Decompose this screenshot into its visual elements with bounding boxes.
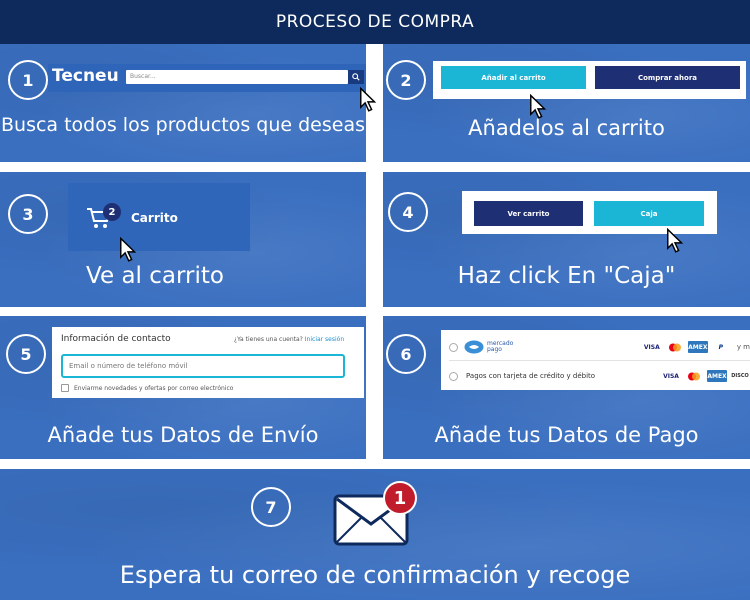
- newsletter-label: Enviarme novedades y ofertas por correo …: [74, 384, 234, 392]
- page-title: PROCESO DE COMPRA: [0, 0, 750, 44]
- account-prompt: ¿Ya tienes una cuenta? Iniciar sesión: [234, 336, 344, 343]
- login-link[interactable]: Iniciar sesión: [305, 336, 344, 343]
- step-5-number: 5: [6, 334, 46, 374]
- payment-option-mercadopago[interactable]: mercado pago VISA AMEX P y m: [449, 334, 750, 361]
- visa-card-icon: VISA: [663, 372, 679, 380]
- contact-form-title: Información de contacto: [61, 334, 171, 344]
- amex-card-icon: AMEX: [707, 370, 727, 382]
- step-4-caption: Haz click En "Caja": [457, 263, 676, 289]
- step-6-caption: Añade tus Datos de Pago: [434, 423, 699, 447]
- tecneu-logo: Tecneu: [52, 66, 119, 86]
- view-cart-button[interactable]: Ver carrito: [474, 201, 583, 226]
- buy-now-button[interactable]: Comprar ahora: [595, 66, 740, 89]
- step-1-number: 1: [8, 60, 48, 100]
- radio-mercadopago[interactable]: [449, 342, 458, 352]
- mastercard-icon: [684, 370, 704, 382]
- newsletter-checkbox[interactable]: [61, 384, 69, 392]
- add-to-cart-button[interactable]: Añadir al carrito: [441, 66, 586, 89]
- payment-option-card[interactable]: Pagos con tarjeta de crédito y débito VI…: [449, 364, 750, 388]
- discover-card-icon: DISCO: [731, 373, 749, 379]
- visa-card-icon: VISA: [643, 343, 660, 351]
- step-5-caption: Añade tus Datos de Envío: [47, 423, 319, 447]
- card-payment-label: Pagos con tarjeta de crédito y débito: [466, 372, 596, 380]
- cursor-icon: [360, 87, 377, 112]
- checkout-button[interactable]: Caja: [594, 201, 704, 226]
- more-cards-text: y m: [736, 343, 750, 351]
- cursor-icon: [667, 228, 684, 253]
- step-1-panel: [0, 44, 366, 162]
- step-1-caption: Busca todos los productos que deseas: [1, 114, 365, 136]
- step-3-number: 3: [8, 194, 48, 234]
- cursor-icon: [120, 237, 137, 262]
- step-3-caption: Ve al carrito: [86, 263, 224, 289]
- step-2-caption: Añadelos al carrito: [468, 116, 665, 140]
- account-prompt-text: ¿Ya tienes una cuenta?: [234, 336, 303, 343]
- mercadopago-logo-icon: [464, 340, 484, 354]
- email-field[interactable]: Email o número de teléfono móvil: [61, 354, 345, 378]
- paypal-icon: P: [718, 343, 724, 351]
- cart-label[interactable]: Carrito: [131, 211, 178, 225]
- step-7-caption: Espera tu correo de confirmación y recog…: [119, 561, 631, 589]
- radio-card[interactable]: [449, 371, 458, 381]
- cursor-icon: [530, 94, 547, 119]
- amex-card-icon: AMEX: [687, 341, 708, 353]
- newsletter-row: Enviarme novedades y ofertas por correo …: [61, 384, 233, 392]
- step-6-number: 6: [386, 334, 426, 374]
- search-icon[interactable]: [348, 70, 364, 84]
- mastercard-icon: [665, 341, 685, 353]
- step-7-number: 7: [251, 487, 291, 527]
- cart-count-badge: 2: [103, 203, 121, 221]
- mercadopago-brand: mercado pago: [487, 340, 514, 353]
- step-2-number: 2: [386, 60, 426, 100]
- notification-badge: 1: [383, 481, 417, 515]
- search-input[interactable]: Buscar...: [126, 70, 348, 84]
- step-4-number: 4: [388, 192, 428, 232]
